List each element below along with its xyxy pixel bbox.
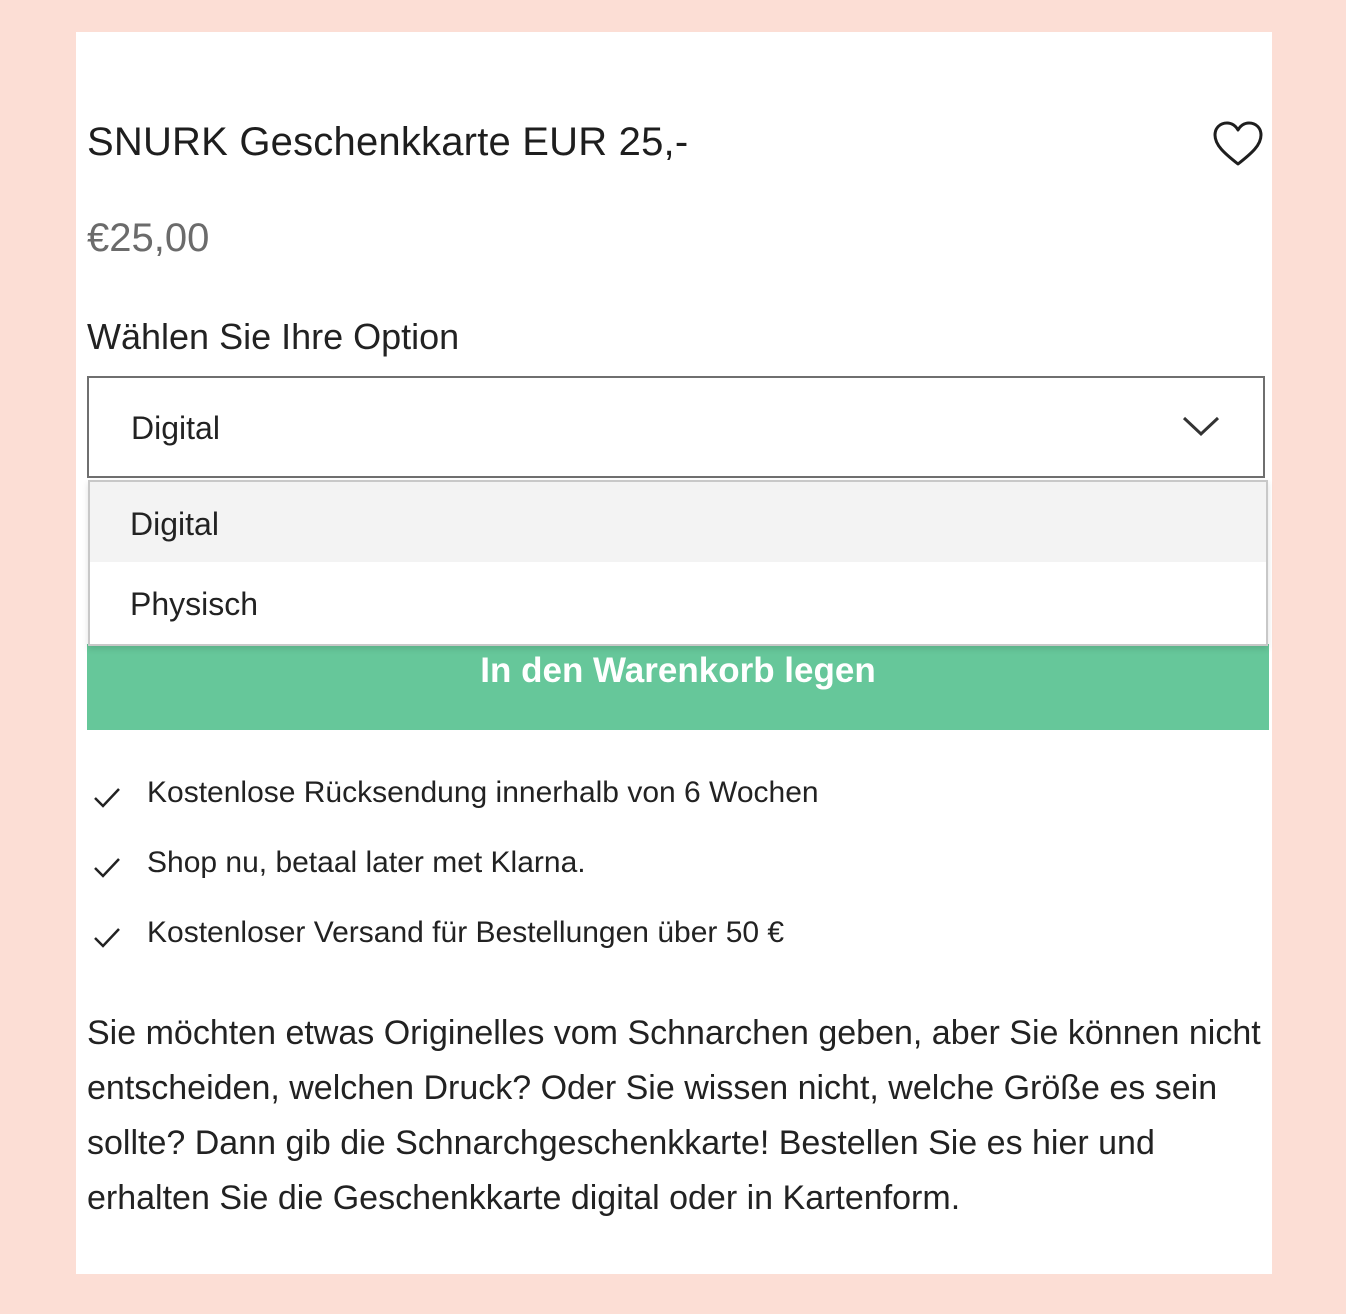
- option-item-physisch[interactable]: Physisch: [90, 562, 1266, 642]
- benefit-item: Shop nu, betaal later met Klarna.: [92, 846, 992, 886]
- option-item-digital[interactable]: Digital: [90, 482, 1266, 562]
- wishlist-button[interactable]: [1212, 120, 1264, 168]
- option-item-label: Digital: [130, 506, 219, 542]
- benefit-text: Shop nu, betaal later met Klarna.: [147, 846, 586, 879]
- option-dropdown-list: Digital Physisch: [88, 480, 1268, 646]
- chevron-down-icon: [1182, 416, 1220, 437]
- benefit-text: Kostenlose Rücksendung innerhalb von 6 W…: [147, 776, 819, 809]
- heart-icon: [1213, 121, 1263, 166]
- add-to-cart-button[interactable]: In den Warenkorb legen: [87, 644, 1269, 730]
- product-description: Sie möchten etwas Originelles vom Schnar…: [87, 1014, 1261, 1217]
- product-title: SNURK Geschenkkarte EUR 25,-: [87, 120, 689, 164]
- option-label: Wählen Sie Ihre Option: [87, 316, 460, 357]
- benefit-item: Kostenloser Versand für Bestellungen übe…: [92, 916, 992, 956]
- option-select[interactable]: Digital: [87, 376, 1265, 478]
- product-price: €25,00: [87, 216, 210, 260]
- product-card: SNURK Geschenkkarte EUR 25,- €25,00 Wähl…: [76, 32, 1272, 1274]
- check-icon: [94, 858, 120, 878]
- benefit-item: Kostenlose Rücksendung innerhalb von 6 W…: [92, 776, 992, 816]
- option-selected-value: Digital: [131, 410, 220, 446]
- check-icon: [94, 788, 120, 808]
- check-icon: [94, 928, 120, 948]
- option-item-label: Physisch: [130, 586, 259, 622]
- benefit-text: Kostenloser Versand für Bestellungen übe…: [147, 916, 785, 949]
